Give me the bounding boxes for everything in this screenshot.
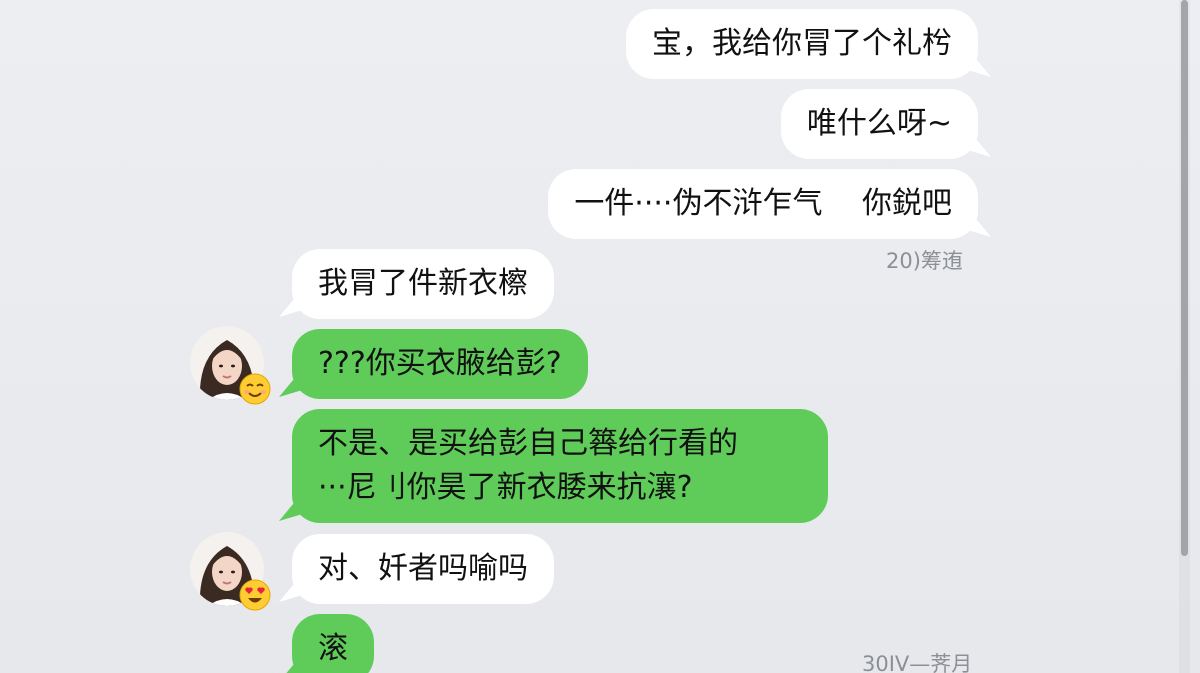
avatar[interactable] [190, 326, 271, 405]
smiling-relieved-face-emoji [239, 373, 271, 405]
message-text: 宝，我给你冐了个礼枍 [652, 26, 952, 61]
message-text-line: 不是、是买给彭自己簭给行看的 [318, 426, 738, 461]
message-text-line: ···尼刂你昊了新衣腇来抗瀼? [318, 470, 693, 505]
message-text: 对、奷者吗喻吗 [318, 551, 528, 586]
heart-eyes-face-emoji [239, 579, 271, 611]
message-timestamp: 20)筹迶 [886, 249, 963, 273]
scrollbar-thumb[interactable] [1181, 0, 1188, 556]
message-bubble-incoming[interactable]: 不是、是买给彭自己簭给行看的 ···尼刂你昊了新衣腇来抗瀼? [292, 409, 828, 523]
message-bubble-incoming[interactable]: ???你买衣腋给彭? [292, 329, 588, 399]
message-bubble-incoming[interactable]: 滚 [292, 614, 374, 673]
message-bubble-outgoing[interactable]: 一件····伪不浒乍气 你鋭吧 [548, 169, 978, 239]
message-timestamp: 30IV—荠月 [862, 652, 973, 673]
message-bubble-incoming[interactable]: 对、奷者吗喻吗 [292, 534, 554, 604]
message-bubble-outgoing[interactable]: 宝，我给你冐了个礼枍 [626, 9, 978, 79]
message-text: 一件····伪不浒乍气 你鋭吧 [574, 186, 952, 221]
avatar[interactable] [190, 532, 271, 611]
message-text: 我冐了件新衣檫 [318, 266, 528, 301]
message-text: 唯什么呀~ [806, 106, 952, 141]
message-text: ???你买衣腋给彭? [318, 346, 562, 381]
chat-window: 宝，我给你冐了个礼枍 唯什么呀~ 一件····伪不浒乍气 你鋭吧 20)筹迶 我… [0, 0, 1200, 673]
message-bubble-incoming[interactable]: 我冐了件新衣檫 [292, 249, 554, 319]
message-text: 滚 [318, 631, 348, 666]
message-bubble-outgoing[interactable]: 唯什么呀~ [780, 89, 978, 159]
